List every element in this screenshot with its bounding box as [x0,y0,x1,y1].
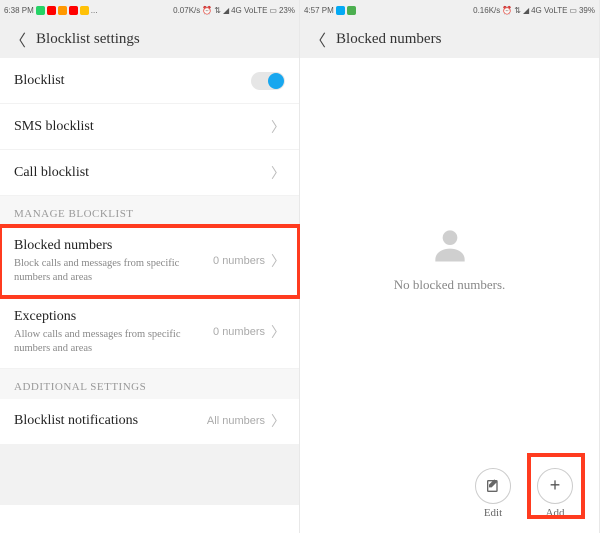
phone-right: 4:57 PM 0.16K/s ⏰ ⇅ ◢ 4G VoLTE ▭ 39% 〈 B… [300,0,600,533]
status-more: ... [91,6,98,15]
empty-state: No blocked numbers. [300,58,599,458]
status-battery: 39% [579,6,595,15]
page-title: Blocked numbers [336,31,441,48]
phone-left: 6:38 PM ... 0.07K/s ⏰ ⇅ ◢ 4G VoLTE ▭ 23%… [0,0,300,533]
empty-text: No blocked numbers. [394,277,506,293]
back-icon[interactable]: 〈 [310,27,326,51]
row-label: Blocked numbers [14,238,213,254]
row-exceptions[interactable]: Exceptions Allow calls and messages from… [0,297,299,368]
add-highlight [527,453,585,519]
status-carrier: 4G VoLTE [531,6,567,15]
notif-icon [58,6,67,15]
edit-button[interactable]: Edit [475,468,511,519]
titlebar-left: 〈 Blocklist settings [0,20,299,58]
app-icon [80,6,89,15]
battery-icon: ▭ [269,6,277,15]
row-label: Call blocklist [14,165,271,181]
app-icon [336,6,345,15]
statusbar-right: 4:57 PM 0.16K/s ⏰ ⇅ ◢ 4G VoLTE ▭ 39% [300,0,599,20]
youtube-icon-2 [69,6,78,15]
chevron-right-icon: 〉 [271,251,285,271]
section-manage: Blocked numbers Block calls and messages… [0,226,299,369]
battery-icon: ▭ [569,6,577,15]
alarm-icon: ⏰ [502,6,512,15]
edit-label: Edit [484,507,502,519]
row-sms-blocklist[interactable]: SMS blocklist 〉 [0,104,299,150]
chevron-right-icon: 〉 [271,163,285,183]
whatsapp-icon [36,6,45,15]
status-carrier: 4G VoLTE [231,6,267,15]
signal-icon: ◢ [523,6,529,15]
row-sublabel: Allow calls and messages from specific n… [14,328,213,355]
page-title: Blocklist settings [36,31,140,48]
status-net: 0.16K/s [473,6,500,15]
row-notifications[interactable]: Blocklist notifications All numbers 〉 [0,399,299,445]
row-label: Blocklist notifications [14,413,207,429]
row-blocklist[interactable]: Blocklist [0,58,299,104]
row-sublabel: Block calls and messages from specific n… [14,257,213,284]
row-trail-value: All numbers [207,415,265,427]
chevron-right-icon: 〉 [271,117,285,137]
bottombar: Edit + Add [300,463,599,523]
section-main: Blocklist SMS blocklist 〉 Call blocklist… [0,58,299,196]
status-net: 0.07K/s [173,6,200,15]
person-icon [428,223,472,267]
chevron-right-icon: 〉 [271,411,285,431]
app-icon [347,6,356,15]
blocklist-toggle[interactable] [251,72,285,90]
back-icon[interactable]: 〈 [10,27,26,51]
status-time: 4:57 PM [304,6,334,15]
bottom-spacer [0,445,299,505]
row-trail-value: 0 numbers [213,326,265,338]
titlebar-right: 〈 Blocked numbers [300,20,599,58]
row-trail-value: 0 numbers [213,255,265,267]
chevron-right-icon: 〉 [271,322,285,342]
row-label: Blocklist [14,73,251,89]
status-time: 6:38 PM [4,6,34,15]
section-header-additional: ADDITIONAL SETTINGS [0,369,299,399]
row-label: SMS blocklist [14,119,271,135]
section-additional: Blocklist notifications All numbers 〉 [0,399,299,445]
edit-icon [475,468,511,504]
row-blocked-numbers[interactable]: Blocked numbers Block calls and messages… [0,226,299,297]
signal-icon: ◢ [223,6,229,15]
wifi-icon: ⇅ [514,6,521,15]
alarm-icon: ⏰ [202,6,212,15]
status-battery: 23% [279,6,295,15]
row-label: Exceptions [14,309,213,325]
row-call-blocklist[interactable]: Call blocklist 〉 [0,150,299,196]
statusbar-left: 6:38 PM ... 0.07K/s ⏰ ⇅ ◢ 4G VoLTE ▭ 23% [0,0,299,20]
youtube-icon [47,6,56,15]
section-header-manage: MANAGE BLOCKLIST [0,196,299,226]
wifi-icon: ⇅ [214,6,221,15]
